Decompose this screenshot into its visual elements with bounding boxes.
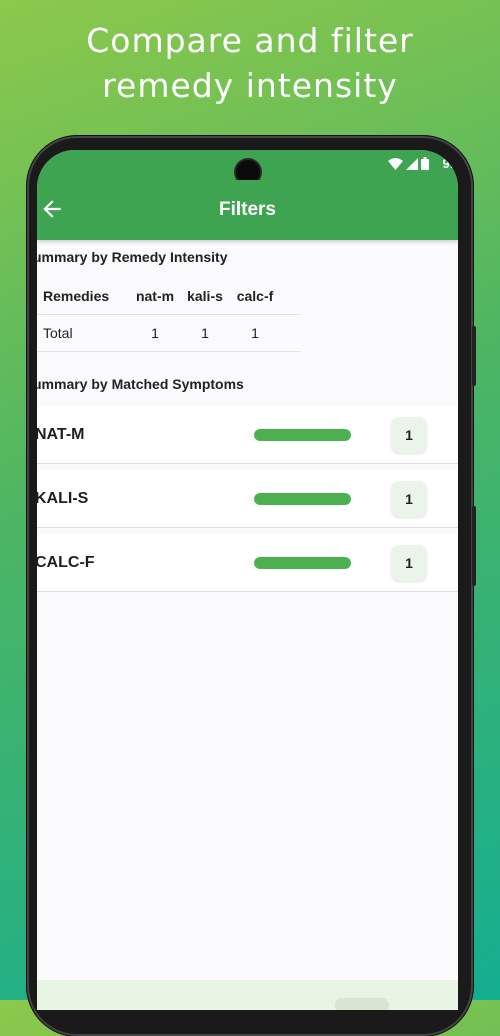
wifi-icon bbox=[388, 157, 404, 170]
match-bar bbox=[254, 557, 351, 569]
remedy-name: CALC-F bbox=[37, 554, 95, 571]
table-row-label: Total bbox=[37, 314, 130, 352]
match-bar-fill bbox=[254, 557, 351, 569]
symptom-summary-title: ummary by Matched Symptoms bbox=[37, 376, 244, 392]
status-icons: 9: bbox=[388, 156, 454, 171]
table-spacer bbox=[280, 314, 301, 352]
status-time: 9: bbox=[442, 156, 454, 171]
page-title: Filters bbox=[218, 199, 277, 220]
match-bar bbox=[254, 493, 351, 505]
remedy-name: NAT-M bbox=[37, 426, 85, 443]
match-count-badge[interactable]: 1 bbox=[391, 545, 427, 581]
table-row: Total 1 1 1 bbox=[37, 314, 301, 352]
match-count-badge[interactable]: 1 bbox=[391, 481, 427, 517]
volume-button bbox=[472, 326, 476, 386]
signal-icon bbox=[406, 157, 419, 170]
table-header-cell: calc-f bbox=[230, 278, 280, 315]
table-header-cell: kali-s bbox=[180, 278, 230, 315]
app-bar: Filters bbox=[37, 180, 458, 240]
intensity-summary-title: ummary by Remedy Intensity bbox=[37, 249, 228, 265]
match-bar-fill bbox=[254, 493, 351, 505]
match-bar bbox=[254, 429, 351, 441]
table-header-row: Remedies nat-m kali-s calc-f bbox=[37, 278, 301, 315]
table-cell: 1 bbox=[230, 314, 280, 352]
table-cell: 1 bbox=[130, 314, 180, 352]
table-header-spacer bbox=[280, 278, 301, 315]
promo-line-2: remedy intensity bbox=[102, 66, 398, 105]
promo-headline: Compare and filter remedy intensity bbox=[0, 18, 500, 108]
bottom-action-bar bbox=[37, 980, 458, 1010]
intensity-summary-table: Remedies nat-m kali-s calc-f Total 1 1 1 bbox=[37, 278, 301, 352]
app-screen: 9: Filters ummary by Remedy Intensity Re… bbox=[37, 150, 458, 1010]
promo-line-1: Compare and filter bbox=[86, 21, 414, 60]
remedy-name: KALI-S bbox=[37, 490, 89, 507]
power-button bbox=[472, 506, 476, 586]
remedy-row[interactable]: NAT-M 1 bbox=[37, 407, 458, 464]
remedy-row[interactable]: KALI-S 1 bbox=[37, 471, 458, 528]
remedy-row[interactable]: CALC-F 1 bbox=[37, 535, 458, 592]
match-bar-fill bbox=[254, 429, 351, 441]
table-cell: 1 bbox=[180, 314, 230, 352]
table-header-cell: nat-m bbox=[130, 278, 180, 315]
battery-icon bbox=[421, 157, 430, 170]
table-header-cell: Remedies bbox=[37, 278, 130, 315]
match-count-badge[interactable]: 1 bbox=[391, 417, 427, 453]
